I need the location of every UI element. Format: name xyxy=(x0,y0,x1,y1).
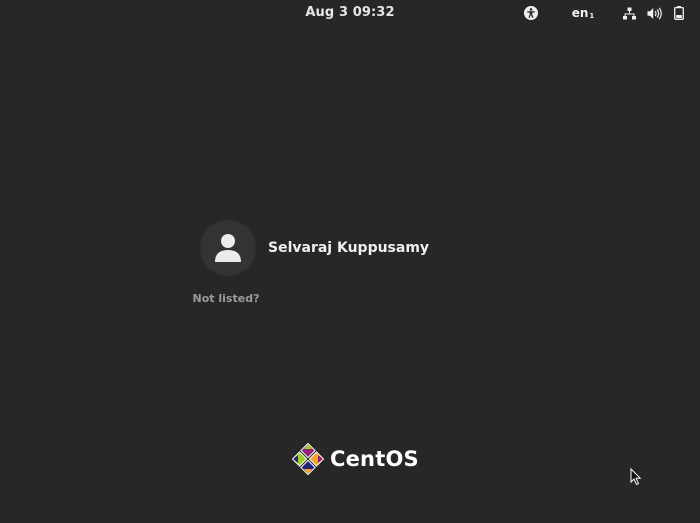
volume-icon xyxy=(647,6,662,20)
accessibility-menu-button[interactable] xyxy=(520,0,542,26)
volume-button[interactable] xyxy=(644,0,664,26)
login-screen: Aug 3 09:32 en 1 Selvaraj Kuppusamy Not … xyxy=(0,0,700,523)
centos-logo: CentOS xyxy=(292,443,419,475)
user-avatar-icon xyxy=(215,234,241,262)
top-bar: Aug 3 09:32 en 1 xyxy=(0,0,700,26)
user-name: Selvaraj Kuppusamy xyxy=(268,240,430,256)
clock[interactable]: Aug 3 09:32 xyxy=(300,0,400,26)
battery-icon xyxy=(674,6,684,20)
avatar xyxy=(200,220,256,276)
centos-logo-icon xyxy=(292,443,324,475)
pointer-cursor-icon xyxy=(630,467,642,486)
power-menu-button[interactable] xyxy=(670,0,688,26)
language-index: 1 xyxy=(589,12,595,20)
network-status-button[interactable] xyxy=(620,0,638,26)
mouse-cursor xyxy=(630,467,642,490)
logo-text: CentOS xyxy=(330,447,419,471)
not-listed-link[interactable]: Not listed? xyxy=(192,292,260,305)
network-wired-icon xyxy=(622,7,636,19)
input-source-button[interactable]: en 1 xyxy=(568,0,598,26)
accessibility-icon xyxy=(524,6,538,20)
language-label: en xyxy=(571,6,589,20)
user-list-item[interactable]: Selvaraj Kuppusamy xyxy=(200,220,429,276)
